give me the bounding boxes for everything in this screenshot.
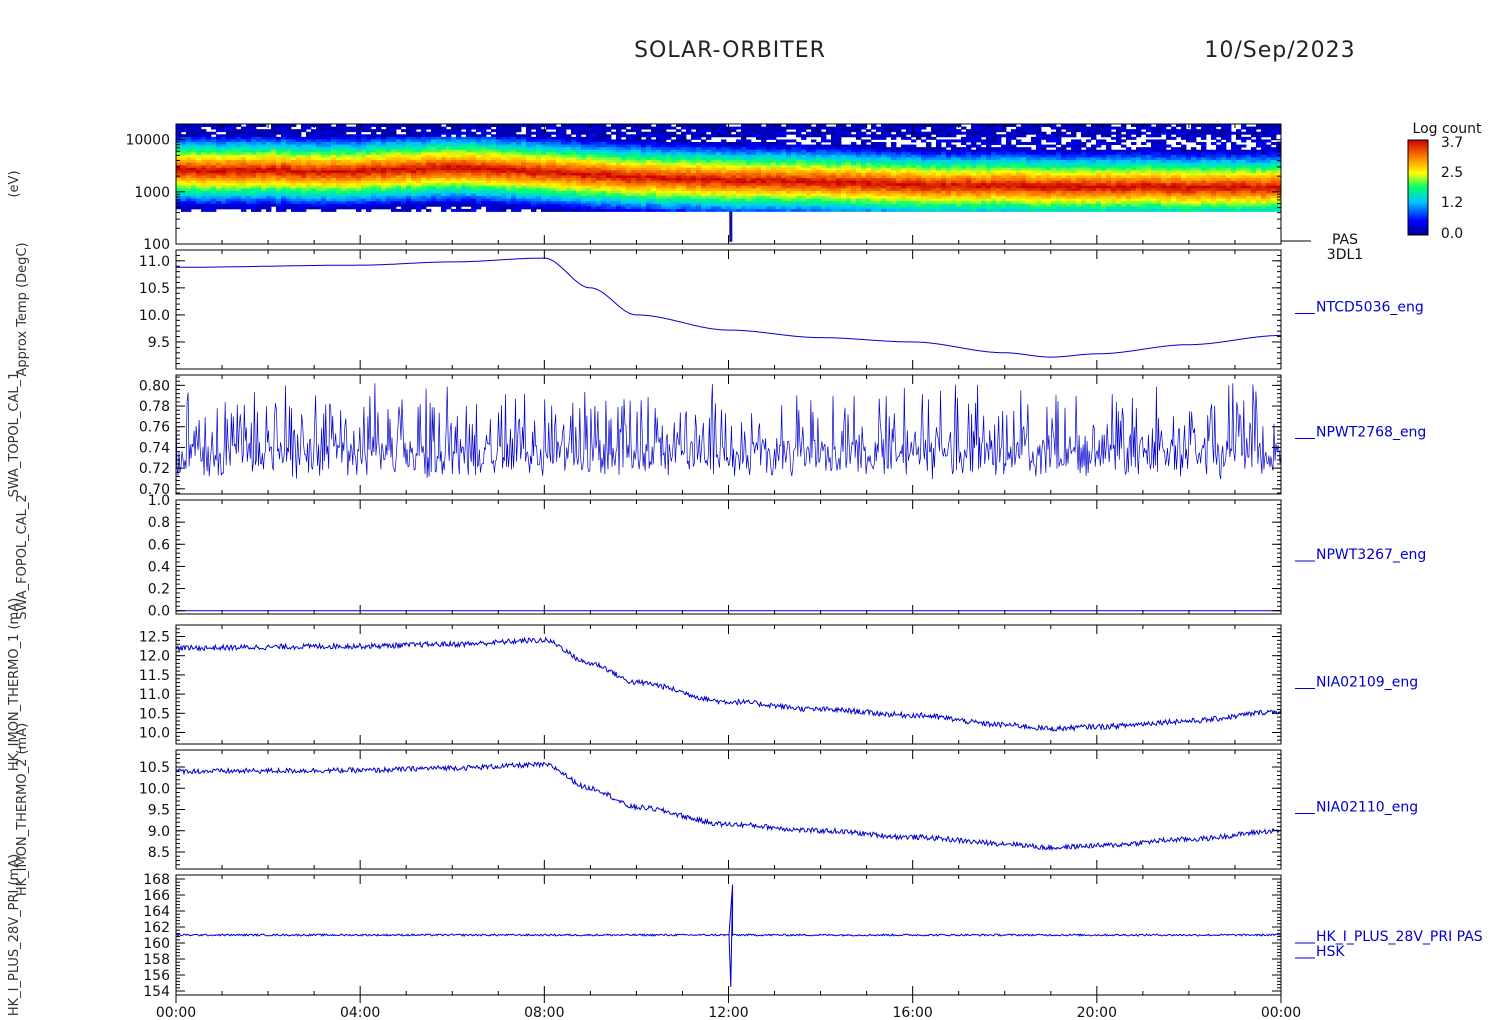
panel-right-label-2: HSK: [1316, 944, 1345, 960]
colorbar-tick-label: 1.2: [1441, 195, 1463, 211]
y-tick-label: 0.6: [148, 537, 170, 553]
y-tick-label: 8.5: [148, 845, 170, 861]
spectrogram: [176, 124, 1282, 242]
panel-right-label: NPWT3267_eng: [1316, 547, 1426, 563]
panel-right-label: NIA02110_eng: [1316, 800, 1418, 816]
y-tick-label: 0.78: [139, 399, 170, 415]
y-tick-label: 0.80: [139, 378, 170, 394]
series-line: [175, 383, 1282, 480]
y-axis-label: SWA_TOPOL_CAL_1: [7, 372, 22, 498]
series-line: [176, 257, 1281, 358]
y-axis-label: Approx Temp (DegC): [15, 242, 30, 376]
panel-frame: [175, 749, 1282, 870]
y-tick-label: 162: [143, 920, 170, 936]
y-tick-label: 160: [143, 936, 170, 952]
y-tick-label: 12.5: [139, 630, 170, 646]
y-tick-label: 9.5: [148, 803, 170, 819]
y-tick-label: 1000: [134, 185, 170, 201]
panel-right-label: NIA02109_eng: [1316, 675, 1418, 691]
y-tick-label: 10.5: [139, 706, 170, 722]
stacked-timeseries-plot: 10000 1000 100 PAS3DL1 (eV) 11.0 10.5 10.0 9.5 NT…: [7, 121, 1483, 1020]
colorbar-tick-label: 0.0: [1441, 226, 1463, 242]
panel-frame: [175, 249, 1282, 370]
x-tick-label: 08:00: [524, 1005, 564, 1020]
panel-right-label: PAS: [1332, 232, 1358, 248]
y-tick-label: 10000: [125, 133, 170, 149]
y-tick-label: 10.0: [139, 781, 170, 797]
colorbar-gradient: [1407, 139, 1429, 236]
panel-4: 1.00.80.60.40.20.0NPWT3267_engSWA_FOPOL_…: [15, 493, 1426, 620]
y-tick-label: 0.74: [139, 440, 170, 456]
y-tick-label: 11.0: [139, 687, 170, 703]
y-tick-label: 168: [143, 872, 170, 888]
x-tick-label: 04:00: [340, 1005, 380, 1020]
y-tick-label: 154: [143, 984, 170, 1000]
y-tick-label: 0.2: [148, 582, 170, 598]
panel-right-label: NTCD5036_eng: [1316, 300, 1424, 316]
series-line: [175, 636, 1282, 733]
x-tick-label: 16:00: [892, 1005, 932, 1020]
y-tick-label: 0.76: [139, 420, 170, 436]
y-axis-label: HK_I_PLUS_28V_PRI (mA): [7, 854, 22, 1016]
panel-6: 10.510.09.59.08.5NIA02110_engHK_IMON_THE…: [15, 723, 1418, 896]
y-tick-label: 0.8: [148, 515, 170, 531]
colorbar: Log count 3.7 2.5 1.2 0.0: [1407, 121, 1482, 242]
y-axis-label: (eV): [7, 170, 22, 197]
panel-right-label: NPWT2768_eng: [1316, 425, 1426, 441]
y-tick-label: 0.0: [148, 604, 170, 620]
x-tick-label: 00:00: [1261, 1005, 1301, 1020]
y-tick-label: 0.4: [148, 559, 170, 575]
colorbar-tick-label: 2.5: [1441, 165, 1463, 181]
y-tick-label: 164: [143, 904, 170, 920]
series-line: [175, 761, 1282, 852]
y-tick-label: 100: [143, 237, 170, 253]
y-tick-label: 10.0: [139, 725, 170, 741]
y-tick-label: 9.5: [148, 335, 170, 351]
series-line: [175, 884, 1282, 988]
panel-7: 168166164162160158156154 HK_I_PLUS_28V_PR…: [7, 854, 1483, 1016]
y-tick-label: 158: [143, 952, 170, 968]
y-tick-label: 11.0: [139, 254, 170, 270]
x-tick-label: 00:00: [156, 1005, 196, 1020]
y-tick-label: 9.0: [148, 824, 170, 840]
y-tick-label: 0.72: [139, 461, 170, 477]
y-tick-label: 10.5: [139, 760, 170, 776]
panel-frame: [175, 374, 1282, 495]
y-tick-label: 12.0: [139, 649, 170, 665]
y-tick-label: 10.0: [139, 308, 170, 324]
y-tick-label: 156: [143, 968, 170, 984]
y-tick-label: 10.5: [139, 281, 170, 297]
panel-5: 12.512.011.511.010.510.0NIA02109_engHK_I…: [7, 598, 1418, 771]
x-tick-label: 20:00: [1077, 1005, 1117, 1020]
y-tick-label: 166: [143, 888, 170, 904]
panel-right-label-2: 3DL1: [1327, 247, 1363, 263]
colorbar-tick-label: 3.7: [1441, 135, 1463, 151]
panel-2: 11.0 10.5 10.0 9.5 NTCD5036_eng Approx Temp (…: [15, 242, 1424, 376]
panel-frame: [175, 499, 1282, 615]
y-tick-label: 1.0: [148, 493, 170, 509]
panel-1: 10000 1000 100 PAS3DL1 (eV): [7, 123, 1363, 263]
x-tick-label: 12:00: [708, 1005, 748, 1020]
panel-right-label: HK_I_PLUS_28V_PRI PAS: [1316, 929, 1483, 945]
y-tick-label: 11.5: [139, 668, 170, 684]
panel-3: 0.800.780.760.740.720.70NPWT2768_engSWA_…: [7, 372, 1426, 498]
